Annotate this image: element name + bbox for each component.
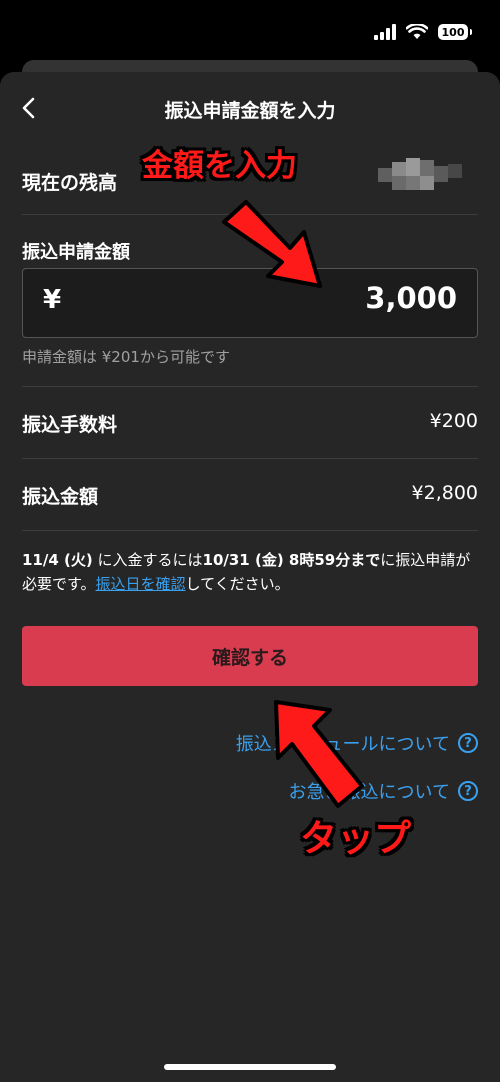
home-indicator: [164, 1064, 336, 1070]
wifi-icon: [406, 24, 428, 39]
notice-text: に入金するには: [92, 551, 203, 569]
check-transfer-date-link[interactable]: 振込日を確認: [96, 575, 186, 593]
battery-icon: 100: [438, 24, 472, 40]
balance-value-blurred: [378, 158, 462, 194]
balance-label: 現在の残高: [22, 172, 118, 194]
annotation-tap: タップ: [300, 817, 411, 860]
header: 振込申請金額を入力: [0, 72, 500, 144]
fee-label: 振込手数料: [22, 414, 118, 436]
transfer-amount-value: ¥2,800: [411, 482, 478, 504]
annotation-arrow-down: [222, 200, 322, 288]
amount-label: 振込申請金額: [22, 242, 130, 263]
notice-text: してください。: [185, 575, 290, 593]
help-icon: ?: [458, 781, 478, 801]
cellular-signal-icon: [374, 24, 396, 40]
confirm-button[interactable]: 確認する: [22, 626, 478, 686]
transfer-amount-label: 振込金額: [22, 486, 99, 508]
deadline-notice: 11/4 (火) に入金するには10/31 (金) 8時59分までに振込申請が必…: [22, 548, 478, 596]
annotation-enter-amount: 金額を入力: [142, 148, 297, 184]
divider: [22, 386, 478, 387]
page-title: 振込申請金額を入力: [164, 100, 336, 122]
currency-symbol: ¥: [43, 285, 62, 315]
deadline-date: 10/31 (金) 8時59分まで: [202, 551, 381, 569]
amount-hint: 申請金額は ¥201から可能です: [22, 348, 230, 366]
help-icon: ?: [458, 733, 478, 753]
annotation-arrow-up: [274, 700, 364, 808]
deposit-date: 11/4 (火): [22, 551, 93, 569]
divider: [22, 458, 478, 459]
divider: [22, 530, 478, 531]
fee-value: ¥200: [429, 410, 478, 432]
status-bar: 100: [0, 0, 500, 66]
